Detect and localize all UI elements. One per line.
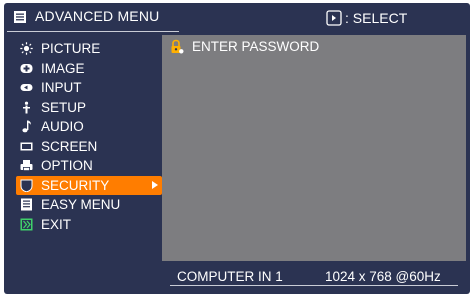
footer-divider	[170, 285, 458, 286]
easy-menu-icon	[20, 198, 33, 211]
menu-item-label: INPUT	[41, 80, 82, 96]
menu-item-label: EASY MENU	[41, 197, 121, 213]
menu-item-label: SCREEN	[41, 138, 98, 154]
submenu-arrow-icon	[152, 180, 158, 189]
status-bar: COMPUTER IN 1 1024 x 768 @60Hz	[162, 261, 466, 291]
osd-menu-window: ADVANCED MENU : SELECT PICTURE IMAGE INP…	[4, 3, 470, 294]
page-title: ADVANCED MENU	[35, 8, 160, 24]
menu-item-label: IMAGE	[41, 60, 85, 76]
screen-icon	[20, 140, 33, 153]
shield-icon	[20, 179, 33, 192]
menu-item-label: EXIT	[41, 216, 72, 232]
input-source-label: COMPUTER IN 1	[177, 269, 283, 284]
menu-item-audio[interactable]: AUDIO	[16, 117, 164, 137]
sun-icon	[20, 42, 33, 55]
menu-icon	[14, 11, 26, 23]
lock-icon	[171, 39, 184, 54]
menu-item-label: OPTION	[41, 158, 93, 174]
menu-item-screen[interactable]: SCREEN	[16, 137, 164, 157]
menu-item-picture[interactable]: PICTURE	[16, 39, 164, 59]
select-hint: : SELECT	[326, 8, 407, 28]
main-menu: PICTURE IMAGE INPUT SETUP AUDIO SCREEN O…	[16, 39, 164, 234]
title-divider	[7, 31, 179, 32]
menu-item-label: SETUP	[41, 99, 87, 115]
menu-item-security[interactable]: SECURITY	[16, 175, 162, 195]
menu-item-label: PICTURE	[41, 41, 101, 57]
menu-item-input[interactable]: INPUT	[16, 78, 164, 98]
dpad-select-icon	[326, 10, 342, 26]
exit-icon	[20, 218, 33, 231]
setup-icon	[20, 101, 33, 114]
music-note-icon	[20, 120, 33, 133]
menu-item-enter-password[interactable]: ENTER PASSWORD	[169, 39, 319, 54]
signal-info-label: 1024 x 768 @60Hz	[325, 269, 441, 284]
title-bar: ADVANCED MENU : SELECT	[4, 3, 470, 33]
select-hint-label: : SELECT	[345, 10, 408, 26]
menu-item-label: SECURITY	[41, 177, 110, 193]
image-icon	[20, 62, 33, 75]
menu-item-image[interactable]: IMAGE	[16, 59, 164, 79]
menu-item-option[interactable]: OPTION	[16, 156, 164, 176]
menu-item-easy-menu[interactable]: EASY MENU	[16, 195, 164, 215]
option-icon	[20, 159, 33, 172]
input-icon	[20, 81, 33, 94]
enter-password-label: ENTER PASSWORD	[192, 39, 320, 54]
menu-item-label: AUDIO	[41, 119, 84, 135]
menu-item-setup[interactable]: SETUP	[16, 98, 164, 118]
menu-item-exit[interactable]: EXIT	[16, 215, 164, 235]
submenu-panel: ENTER PASSWORD	[162, 35, 466, 261]
